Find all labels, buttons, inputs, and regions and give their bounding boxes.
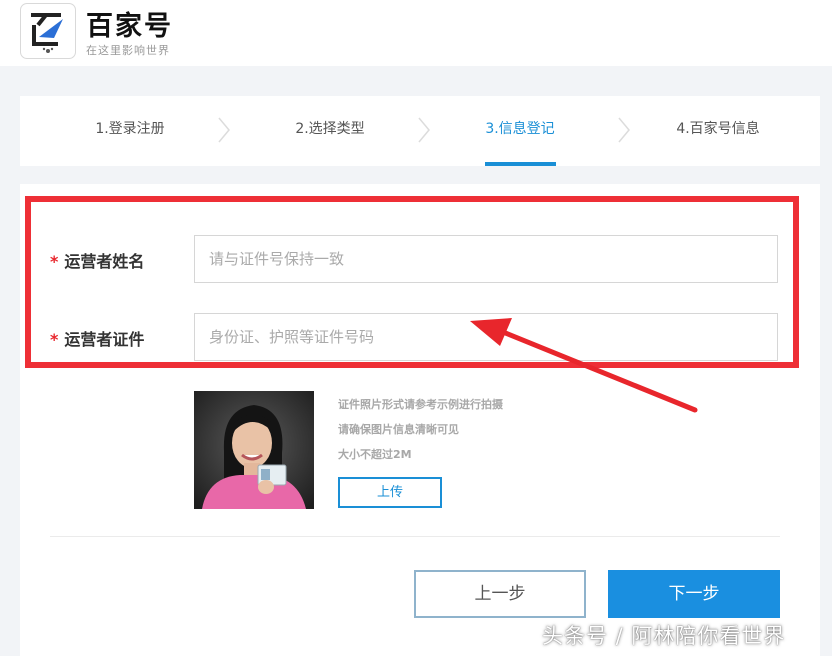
- upload-button[interactable]: 上传: [338, 477, 442, 508]
- chevron-right-icon: [418, 117, 430, 143]
- watermark-text: 头条号 / 阿林陪你看世界: [542, 624, 786, 648]
- chevron-right-icon: [618, 117, 630, 143]
- step-info-registration: 3.信息登记: [485, 121, 555, 137]
- step-login-register: 1.登录注册: [95, 121, 165, 137]
- divider: [50, 536, 780, 537]
- upload-hint-1: 证件照片形式请参考示例进行拍摄: [338, 398, 503, 411]
- registration-steps: 1.登录注册 2.选择类型 3.信息登记 4.百家号信息: [20, 96, 820, 166]
- upload-hint-2: 请确保图片信息清晰可见: [338, 423, 459, 436]
- upload-hint-3: 大小不超过2M: [338, 448, 412, 461]
- active-step-indicator: [485, 162, 556, 166]
- id-photo-example: [194, 391, 314, 509]
- logo-icon: [31, 13, 63, 53]
- step-baijiahao-info: 4.百家号信息: [676, 121, 760, 137]
- baijiahao-logo[interactable]: [20, 3, 76, 59]
- highlight-box: [25, 196, 799, 368]
- next-step-button[interactable]: 下一步: [608, 570, 780, 618]
- brand-name: 百家号: [86, 11, 173, 42]
- brand-slogan: 在这里影响世界: [86, 44, 170, 57]
- step-select-type: 2.选择类型: [295, 121, 365, 137]
- chevron-right-icon: [218, 117, 230, 143]
- top-header: 百家号 在这里影响世界: [0, 0, 832, 66]
- previous-step-button[interactable]: 上一步: [414, 570, 586, 618]
